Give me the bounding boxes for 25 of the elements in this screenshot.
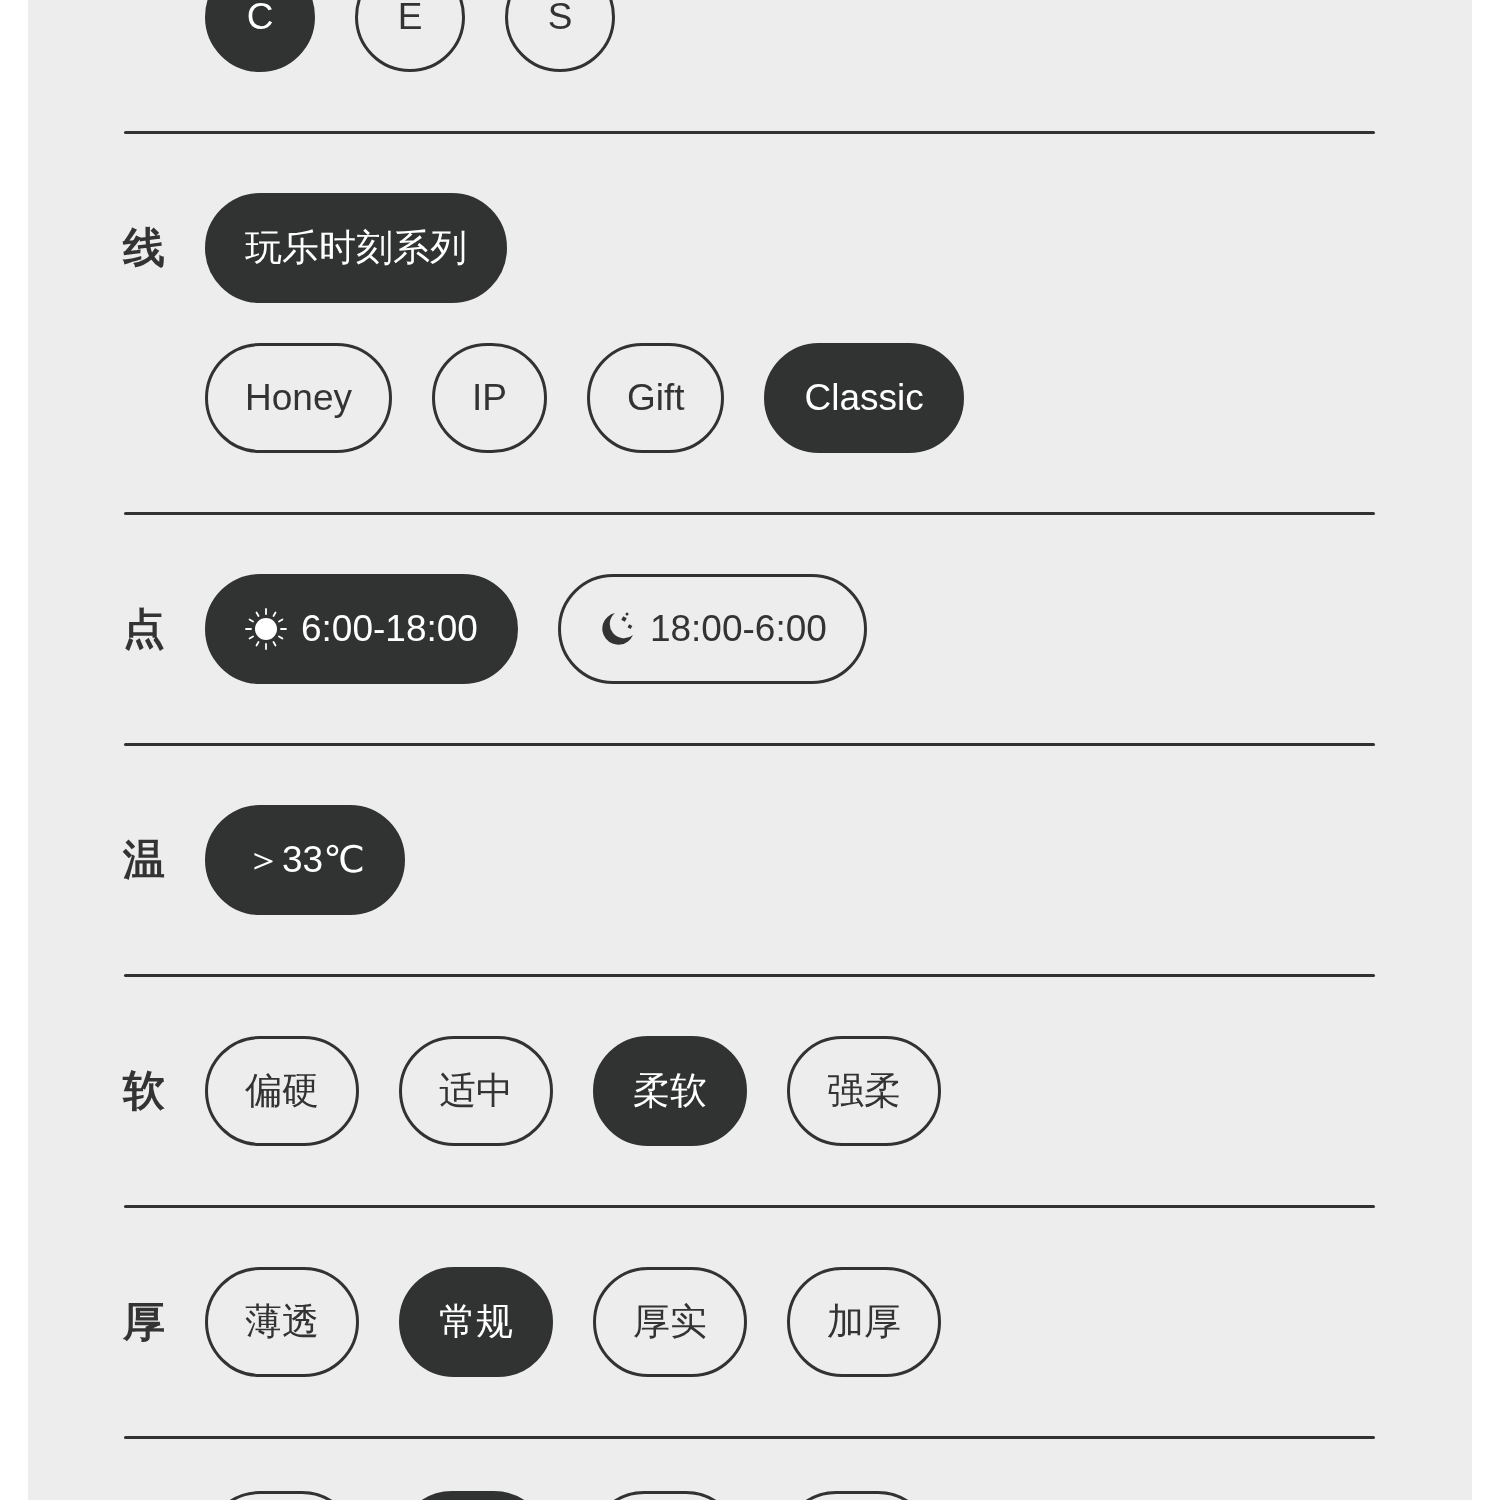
option-button[interactable]: Gift xyxy=(586,343,725,453)
option-button[interactable]: S xyxy=(505,0,615,72)
row-label: 厚 xyxy=(123,1301,165,1343)
option-button[interactable]: 强柔 xyxy=(787,1036,941,1146)
row-label: 线 xyxy=(123,227,165,269)
option-button[interactable]: C xyxy=(205,0,315,72)
option-button[interactable]: Honey xyxy=(205,343,392,453)
option-button[interactable]: IP xyxy=(431,343,547,453)
option-button[interactable]: 常规 xyxy=(399,1267,553,1377)
option-button[interactable]: 柔软 xyxy=(593,1036,747,1146)
option-button[interactable]: 厚实 xyxy=(593,1267,747,1377)
option-button[interactable]: ＞33℃ xyxy=(205,805,405,915)
option-button[interactable]: 薄透 xyxy=(205,1267,359,1377)
option-button[interactable]: 偏硬 xyxy=(205,1036,359,1146)
option-button[interactable]: 玩乐时刻系列 xyxy=(205,193,507,303)
option-button[interactable]: 6:00-18:00 xyxy=(205,574,518,684)
option-button[interactable]: 加厚 xyxy=(787,1267,941,1377)
option-button[interactable]: Classic xyxy=(764,343,964,453)
option-button[interactable]: E xyxy=(355,0,465,72)
row-label: 软 xyxy=(123,1070,165,1112)
row-label: 点 xyxy=(123,608,165,650)
option-button[interactable]: 适中 xyxy=(399,1036,553,1146)
row-label: 温 xyxy=(123,839,165,881)
sun-icon xyxy=(245,608,287,650)
option-button[interactable]: 18:00-6:00 xyxy=(557,574,867,684)
